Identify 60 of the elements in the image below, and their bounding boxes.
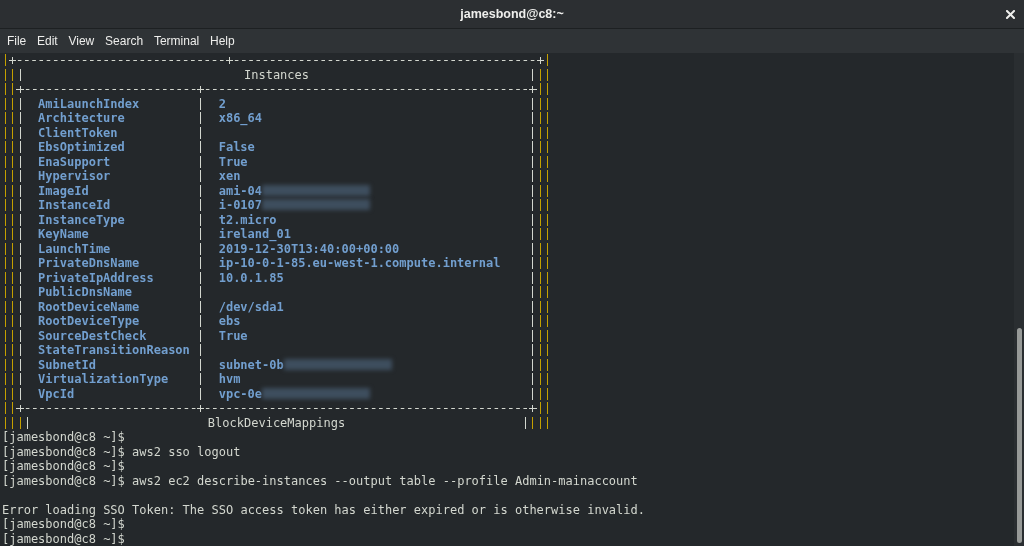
field-name: InstanceType — [38, 212, 125, 227]
field-name: PrivateIpAddress — [38, 270, 154, 285]
field-value: True — [218, 154, 248, 169]
menu-item[interactable]: File — [1, 29, 32, 53]
field-name: VirtualizationType — [38, 372, 169, 386]
field-value: ami-04 — [218, 183, 263, 198]
field-name: EnaSupport — [38, 154, 111, 169]
field-name: RootDeviceType — [38, 314, 140, 328]
prompt-text: [jamesbond@c8 ~]$ — [2, 517, 125, 532]
error-message: Error loading SSO Token: The SSO access token has either expired or is otherwise invalid. — [2, 502, 645, 517]
field-value: vpc-0e — [218, 386, 263, 401]
menu-item[interactable]: Edit — [31, 29, 64, 53]
table-title: Instances — [244, 67, 310, 82]
field-name: ImageId — [38, 183, 89, 198]
field-name: KeyName — [38, 227, 89, 241]
field-name: Architecture — [38, 111, 125, 125]
command-text: aws2 ec2 describe-instances --output table --profile Admin-mainaccount — [132, 473, 638, 488]
prompt-text: [jamesbond@c8 ~]$ — [2, 459, 125, 474]
prompt-text: [jamesbond@c8 ~]$ — [2, 531, 125, 546]
table-title: BlockDeviceMappings — [207, 415, 346, 430]
command-text: aws2 sso logout — [132, 444, 241, 459]
field-name: SourceDestCheck — [38, 328, 147, 343]
field-name: LaunchTime — [38, 241, 111, 256]
field-name: SubnetId — [38, 357, 96, 372]
field-value: ireland_01 — [218, 227, 291, 241]
field-value: i-0107 — [218, 198, 263, 212]
menu-item[interactable]: View — [63, 29, 100, 53]
field-value: 10.0.1.85 — [218, 270, 284, 285]
menu-item[interactable]: Help — [204, 29, 241, 53]
field-name: Hypervisor — [38, 169, 111, 183]
field-name: PrivateDnsName — [38, 256, 140, 270]
field-value: False — [218, 140, 255, 154]
close-icon — [1006, 9, 1015, 19]
field-name: PublicDnsName — [38, 285, 132, 299]
field-value: hvm — [218, 372, 241, 386]
field-name: AmiLaunchIndex — [38, 96, 140, 111]
window-title: jamesbond@c8:~ — [460, 5, 564, 23]
prompt-text: [jamesbond@c8 ~]$ — [2, 473, 125, 488]
scrollbar-thumb[interactable] — [1017, 328, 1022, 543]
prompt-text: [jamesbond@c8 ~]$ — [2, 430, 125, 445]
menu-item[interactable]: Search — [99, 29, 149, 53]
field-name: RootDeviceName — [38, 299, 140, 314]
field-value: ebs — [218, 314, 241, 328]
field-value: 2019-12-30T13:40:00+00:00 — [218, 241, 400, 256]
field-name: StateTransitionReason — [38, 343, 190, 357]
menu-item[interactable]: Terminal — [148, 29, 205, 53]
field-value: True — [218, 328, 248, 343]
prompt-text: [jamesbond@c8 ~]$ — [2, 444, 125, 459]
field-value: ip-10-0-1-85.eu-west-1.compute.internal — [218, 256, 501, 270]
field-value: 2 — [218, 96, 226, 111]
field-value: /dev/sda1 — [218, 299, 284, 314]
field-value: xen — [218, 169, 241, 183]
field-value: subnet-0b — [218, 357, 284, 372]
field-value: t2.micro — [218, 212, 277, 227]
field-name: VpcId — [38, 386, 75, 401]
field-name: ClientToken — [38, 125, 118, 140]
field-name: InstanceId — [38, 198, 111, 212]
field-name: EbsOptimized — [38, 140, 125, 154]
field-value: x86_64 — [218, 111, 263, 125]
close-button[interactable] — [1006, 9, 1015, 19]
